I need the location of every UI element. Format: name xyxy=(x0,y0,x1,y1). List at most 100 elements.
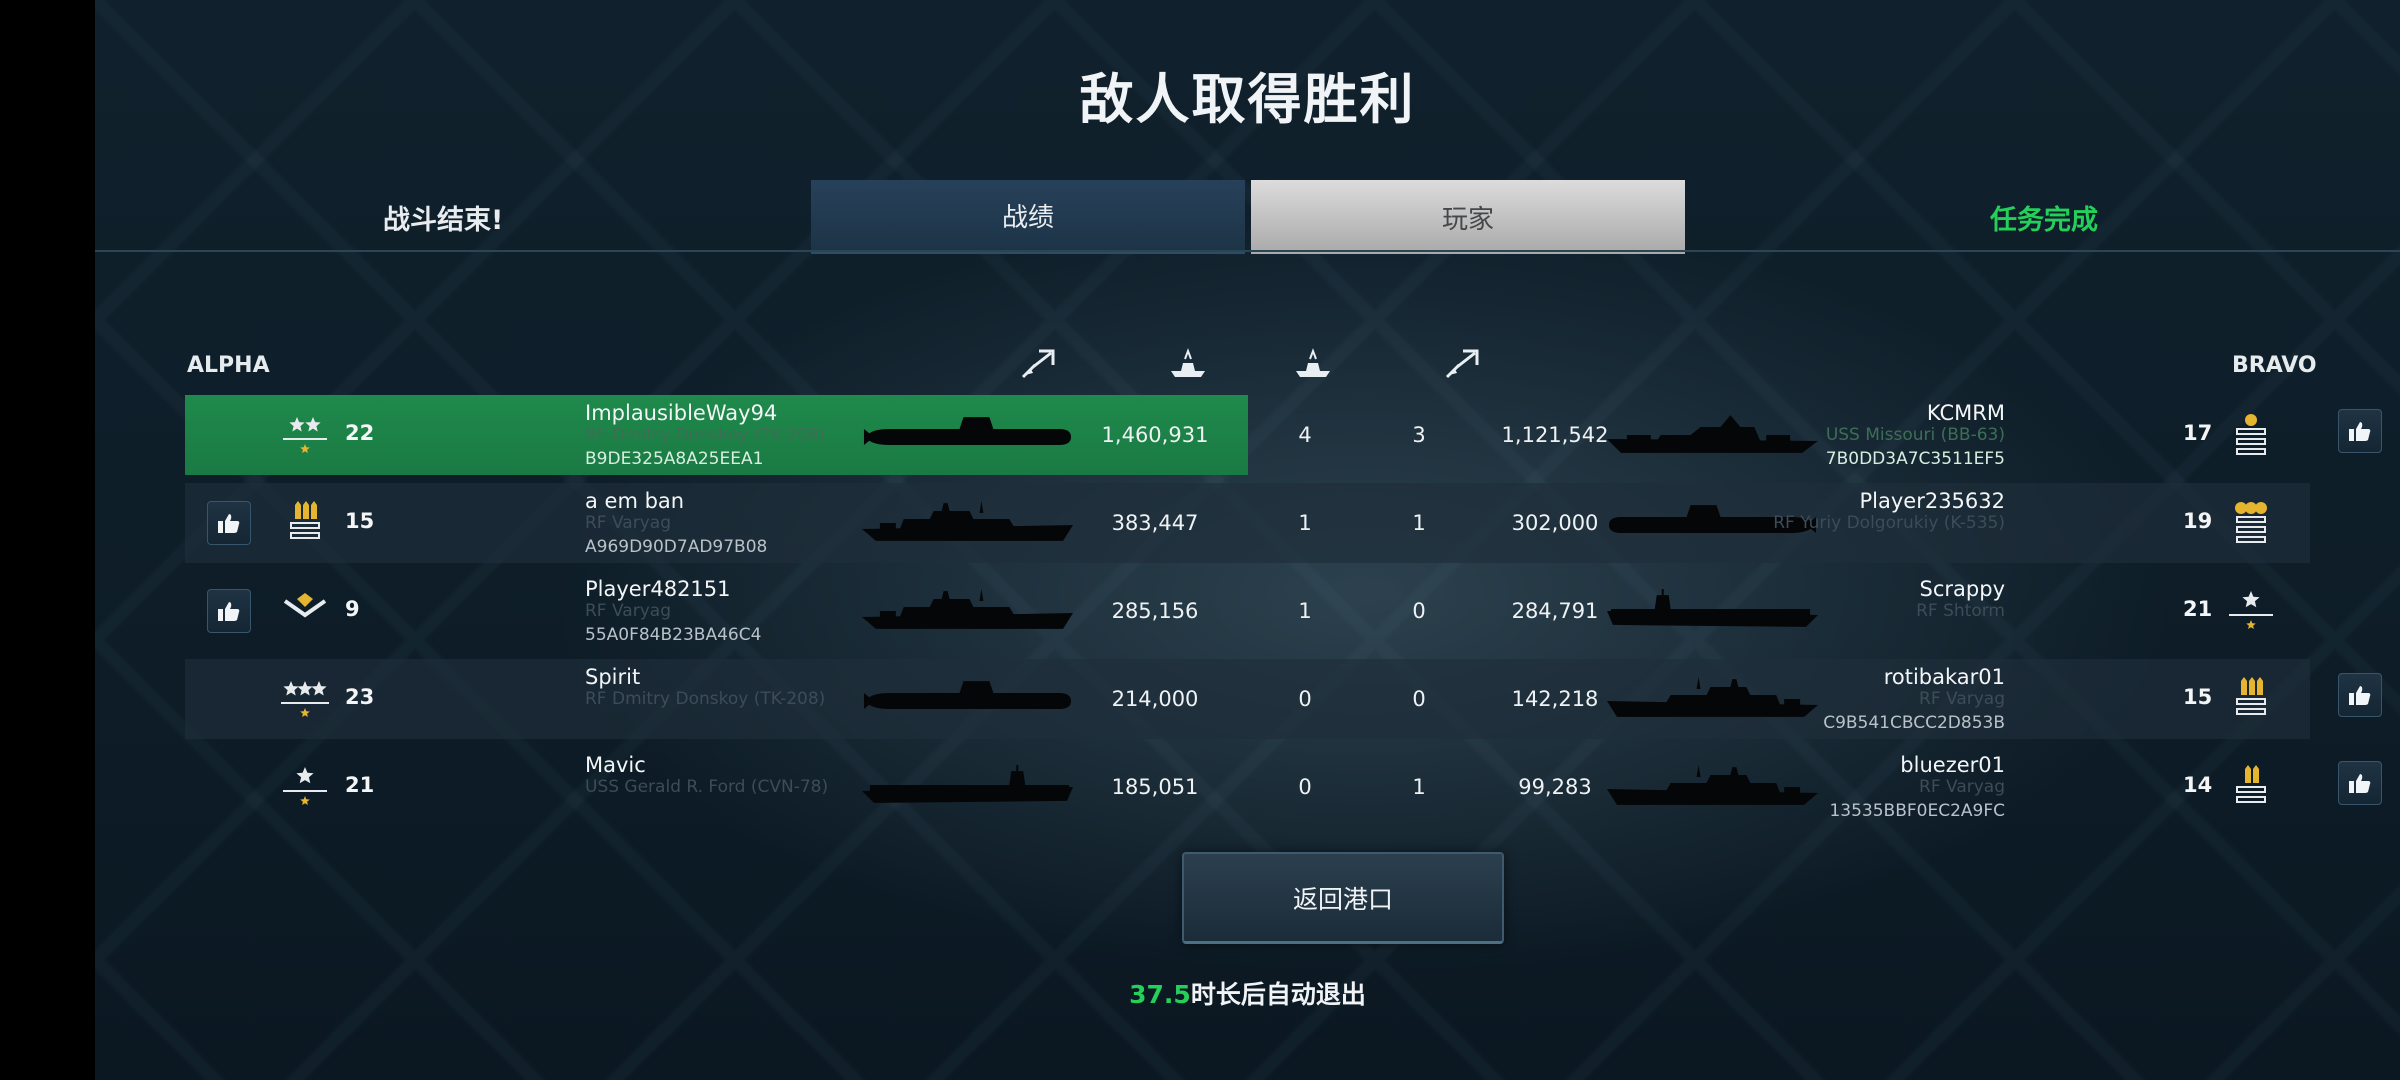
team-alpha-label: ALPHA xyxy=(187,353,270,378)
damage-icon xyxy=(1445,349,1479,379)
ship-name: RF Varyag xyxy=(585,513,671,533)
damage-value: 214,000 xyxy=(1111,687,1199,711)
like-button[interactable] xyxy=(2338,673,2382,717)
ship-name: USS Gerald R. Ford (CVN-78) xyxy=(585,777,829,797)
thumbs-up-icon xyxy=(2349,686,2371,705)
thumbs-up-icon xyxy=(2349,422,2371,441)
table-row: 22 ImplausibleWay94 RF Dmitry Donskoy (TK-… xyxy=(185,395,2382,475)
table-row: 21 Mavic USS Gerald R. Ford (CVN-78) 185,05… xyxy=(185,747,2382,827)
thumbs-up-icon xyxy=(218,514,240,533)
rank-gold-bars-icon xyxy=(2236,414,2266,455)
player-id: B9DE325A8A25EEA1 xyxy=(585,449,764,469)
ship-name: RF Varyag xyxy=(585,601,671,621)
player-name[interactable]: ImplausibleWay94 xyxy=(585,401,777,425)
ships-sunk-icon xyxy=(1296,348,1330,377)
player-level: 9 xyxy=(345,597,360,621)
mission-complete-label: 任务完成 xyxy=(1990,205,2098,236)
player-name[interactable]: bluezer01 xyxy=(1900,753,2005,777)
auto-exit-notice: 37.5时长后自动退出 xyxy=(95,975,2400,1011)
ship-silhouette-cruiser xyxy=(1606,765,1819,805)
auto-exit-suffix: 时长后自动退出 xyxy=(1190,980,1366,1009)
return-to-port-button[interactable]: 返回港口 xyxy=(1182,852,1504,944)
kills-value: 1 xyxy=(1298,599,1312,623)
player-level: 17 xyxy=(2183,421,2213,445)
auto-exit-countdown: 37.5 xyxy=(1129,980,1191,1009)
player-id: 13535BBF0EC2A9FC xyxy=(1829,801,2005,821)
player-name[interactable]: rotibakar01 xyxy=(1884,665,2005,689)
battle-over-label: 战斗结束! xyxy=(383,205,504,236)
player-name[interactable]: Player235632 xyxy=(1859,489,2005,513)
player-id: C9B541CBCC2D853B xyxy=(1823,713,2005,733)
kills-value: 0 xyxy=(1298,687,1312,711)
player-id: A969D90D7AD97B08 xyxy=(585,537,768,557)
kills-value: 1 xyxy=(1412,511,1426,535)
player-name[interactable]: KCMRM xyxy=(1927,401,2005,425)
result-title: 敌人取得胜利 xyxy=(1079,68,1416,131)
ship-silhouette-carrier xyxy=(1606,589,1819,627)
tab-stats[interactable]: 战绩 xyxy=(811,180,1245,254)
table-row: 15 a em ban RF Varyag A969D90D7AD97B08 383,4… xyxy=(185,483,2310,563)
damage-value: 383,447 xyxy=(1111,511,1199,535)
player-name[interactable]: a em ban xyxy=(585,489,684,513)
ship-silhouette-submarine xyxy=(863,681,1072,709)
player-id: 7B0DD3A7C3511EF5 xyxy=(1825,449,2005,469)
player-level: 22 xyxy=(345,421,375,445)
rank-chevron-icon xyxy=(283,593,327,618)
ship-name: USS Missouri (BB-63) xyxy=(1825,425,2005,445)
rank-gold-three-bars-icon xyxy=(2235,502,2267,543)
kills-value: 4 xyxy=(1298,423,1312,447)
ship-silhouette-cruiser xyxy=(861,589,1074,629)
battle-results-screen: 敌人取得胜利 战斗结束! 战绩 玩家 任务完成 ALPHA BRAVO 22 Im… xyxy=(95,0,2400,1080)
player-level: 23 xyxy=(345,685,375,709)
player-level: 15 xyxy=(2183,685,2213,709)
ship-silhouette-cruiser xyxy=(861,501,1074,541)
tab-players[interactable]: 玩家 xyxy=(1251,180,1685,254)
player-name[interactable]: Player482151 xyxy=(585,577,731,601)
damage-value: 285,156 xyxy=(1111,599,1199,623)
team-bravo-label: BRAVO xyxy=(2232,353,2317,378)
kills-value: 0 xyxy=(1412,687,1426,711)
table-row: 23 Spirit RF Dmitry Donskoy (TK-208) 214,00… xyxy=(185,659,2382,739)
player-level: 15 xyxy=(345,509,375,533)
player-name[interactable]: Mavic xyxy=(585,753,646,777)
damage-value: 1,460,931 xyxy=(1101,423,1209,447)
thumbs-up-icon xyxy=(218,602,240,621)
ship-silhouette-battleship xyxy=(1606,415,1819,453)
ships-sunk-icon xyxy=(1171,348,1205,377)
ship-silhouette-carrier xyxy=(861,765,1074,803)
rank-three-stars-icon xyxy=(281,681,329,717)
ship-silhouette-submarine xyxy=(863,417,1072,445)
kills-value: 1 xyxy=(1298,511,1312,535)
player-id: 55A0F84B23BA46C4 xyxy=(585,625,762,645)
rank-one-star-icon xyxy=(283,767,327,805)
player-level: 19 xyxy=(2183,509,2213,533)
ship-name: RF Varyag xyxy=(1919,689,2005,709)
like-button[interactable] xyxy=(207,589,251,633)
rank-three-pips-icon xyxy=(290,501,320,539)
tab-divider xyxy=(95,250,2400,252)
ship-name: RF Dmitry Donskoy (TK-208) xyxy=(585,689,826,709)
rank-two-pips-icon xyxy=(2236,765,2266,803)
damage-icon xyxy=(1021,349,1055,379)
ship-silhouette-cruiser xyxy=(1606,677,1819,717)
table-row: 9 Player482151 RF Varyag 55A0F84B23BA46C4 28… xyxy=(185,571,2310,651)
ship-name: RF Varyag xyxy=(1919,777,2005,797)
kills-value: 0 xyxy=(1298,775,1312,799)
ship-name: RF Dmitry Donskoy (TK-208) xyxy=(585,425,826,445)
ship-name: RF Shtorm xyxy=(1916,601,2005,621)
like-button[interactable] xyxy=(2338,761,2382,805)
rank-three-pips-icon xyxy=(2236,677,2266,715)
player-level: 21 xyxy=(345,773,375,797)
kills-value: 3 xyxy=(1412,423,1426,447)
rank-two-stars-icon xyxy=(283,417,327,453)
like-button[interactable] xyxy=(207,501,251,545)
rank-one-star-icon xyxy=(2229,591,2273,629)
damage-value: 185,051 xyxy=(1111,775,1199,799)
kills-value: 0 xyxy=(1412,599,1426,623)
ship-name: RF Yuriy Dolgorukiy (K-535) xyxy=(1773,513,2005,533)
player-name[interactable]: Spirit xyxy=(585,665,640,689)
thumbs-up-icon xyxy=(2349,774,2371,793)
kills-value: 1 xyxy=(1412,775,1426,799)
player-name[interactable]: Scrappy xyxy=(1920,577,2005,601)
like-button[interactable] xyxy=(2338,409,2382,453)
